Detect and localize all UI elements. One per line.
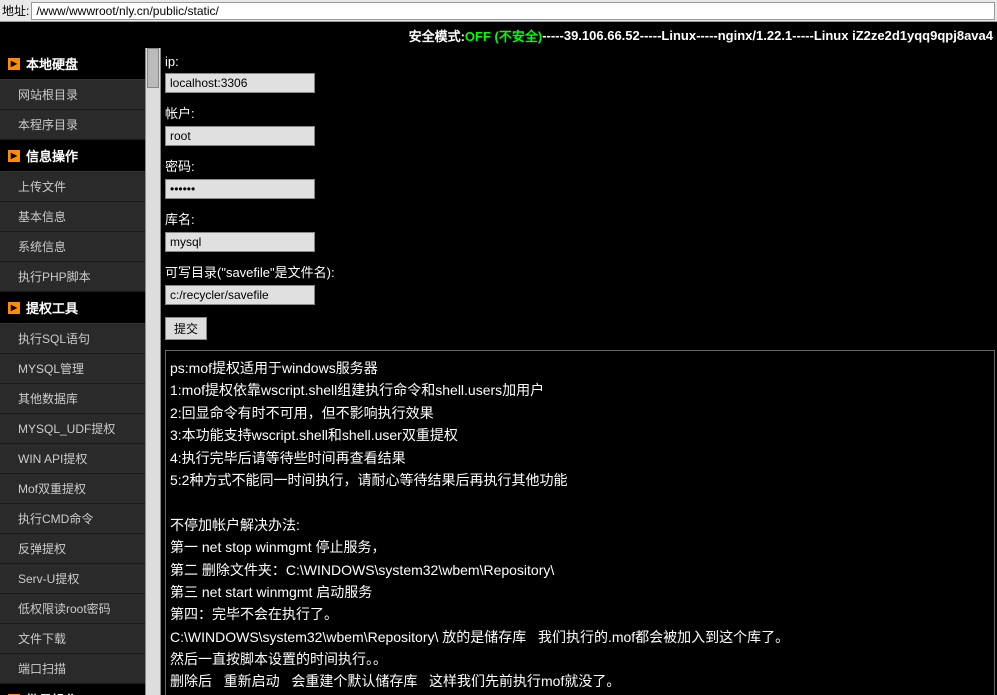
sidebar-scrollbar[interactable]: [145, 48, 161, 695]
help-line: 4:执行完毕后请等待些时间再查看结果: [170, 447, 990, 469]
submit-button[interactable]: 提交: [165, 317, 207, 340]
nav-item[interactable]: 反弹提权: [0, 534, 145, 564]
arrow-icon: ▶: [8, 302, 20, 314]
address-bar: 地址:: [0, 0, 997, 22]
help-line: 然后一直按脚本设置的时间执行。。: [170, 648, 990, 670]
help-line: 2:回显命令有时不可用，但不影响执行效果: [170, 402, 990, 424]
sidebar: ▶本地硬盘网站根目录本程序目录▶信息操作上传文件基本信息系统信息执行PHP脚本▶…: [0, 48, 145, 695]
nav-section-title: 批量操作: [26, 690, 78, 695]
dir-input[interactable]: [165, 285, 315, 305]
help-line: 第二 删除文件夹：C:\WINDOWS\system32\wbem\Reposi…: [170, 559, 990, 581]
nav-item[interactable]: 其他数据库: [0, 384, 145, 414]
help-line: 3:本功能支持wscript.shell和shell.user双重提权: [170, 424, 990, 446]
help-line: ps:mof提权适用于windows服务器: [170, 357, 990, 379]
nav-item[interactable]: 基本信息: [0, 202, 145, 232]
status-os: Linux: [661, 28, 696, 43]
security-mode-value: OFF (不安全): [465, 26, 542, 45]
help-line: 5:2种方式不能同一时间执行，请耐心等待结果后再执行其他功能: [170, 469, 990, 491]
help-line: 不停加帐户解决办法:: [170, 514, 990, 536]
nav-item[interactable]: 网站根目录: [0, 80, 145, 110]
db-label: 库名:: [165, 205, 995, 230]
nav-item[interactable]: 低权限读root密码: [0, 594, 145, 624]
security-mode-label: 安全模式:: [409, 26, 465, 45]
ip-input[interactable]: [165, 73, 315, 93]
nav-item[interactable]: 端口扫描: [0, 654, 145, 684]
nav-item[interactable]: MYSQL管理: [0, 354, 145, 384]
status-ip: 39.106.66.52: [564, 28, 640, 43]
address-input[interactable]: [31, 2, 995, 20]
nav-item[interactable]: 本程序目录: [0, 110, 145, 140]
ip-label: ip:: [165, 50, 995, 71]
arrow-icon: ▶: [8, 150, 20, 162]
nav-item[interactable]: MYSQL_UDF提权: [0, 414, 145, 444]
status-bar: 安全模式: OFF (不安全) ----- 39.106.66.52 -----…: [0, 22, 997, 48]
nav-section-header[interactable]: ▶ 信息操作: [0, 140, 145, 172]
password-label: 密码:: [165, 152, 995, 177]
user-label: 帐户:: [165, 99, 995, 124]
nav-section-title: 提权工具: [26, 298, 78, 317]
main-content: ip: 帐户: 密码: 库名: 可写目录("savefile"是文件名): 提交…: [161, 48, 997, 695]
status-host: Linux iZ2ze2d1yqq9qpj8ava4: [814, 28, 993, 43]
dir-label: 可写目录("savefile"是文件名):: [165, 258, 995, 283]
nav-section-header[interactable]: ▶批量操作: [0, 684, 145, 695]
nav-item[interactable]: Serv-U提权: [0, 564, 145, 594]
help-text: ps:mof提权适用于windows服务器1:mof提权依靠wscript.sh…: [165, 350, 995, 695]
help-line: 1:mof提权依靠wscript.shell组建执行命令和shell.users…: [170, 379, 990, 401]
password-input[interactable]: [165, 179, 315, 199]
help-line: [170, 491, 990, 513]
help-line: C:\WINDOWS\system32\wbem\Repository\ 放的是…: [170, 626, 990, 648]
nav-item[interactable]: 执行CMD命令: [0, 504, 145, 534]
nav-section-header[interactable]: ▶ 提权工具: [0, 292, 145, 324]
help-line: 删除后 重新启动 会重建个默认储存库 这样我们先前执行mof就没了。: [170, 670, 990, 692]
help-line: 第四：完毕不会在执行了。: [170, 603, 990, 625]
db-input[interactable]: [165, 232, 315, 252]
nav-item[interactable]: 上传文件: [0, 172, 145, 202]
nav-item[interactable]: 文件下载: [0, 624, 145, 654]
nav-item[interactable]: 执行SQL语句: [0, 324, 145, 354]
scrollbar-thumb[interactable]: [147, 48, 159, 88]
help-line: 第一 net stop winmgmt 停止服务，: [170, 536, 990, 558]
arrow-icon: ▶: [8, 58, 20, 70]
user-input[interactable]: [165, 126, 315, 146]
nav-section-header[interactable]: ▶ 本地硬盘: [0, 48, 145, 80]
status-sep: -----: [696, 28, 718, 43]
status-sep: -----: [542, 28, 564, 43]
address-label: 地址:: [2, 2, 29, 19]
status-sep: -----: [640, 28, 662, 43]
nav-item[interactable]: Mof双重提权: [0, 474, 145, 504]
nav-item[interactable]: 系统信息: [0, 232, 145, 262]
status-server: nginx/1.22.1: [718, 28, 792, 43]
nav-section-title: 信息操作: [26, 146, 78, 165]
help-line: 第三 net start winmgmt 启动服务: [170, 581, 990, 603]
nav-item[interactable]: 执行PHP脚本: [0, 262, 145, 292]
nav-item[interactable]: WIN API提权: [0, 444, 145, 474]
status-sep: -----: [792, 28, 814, 43]
nav-section-title: 本地硬盘: [26, 54, 78, 73]
